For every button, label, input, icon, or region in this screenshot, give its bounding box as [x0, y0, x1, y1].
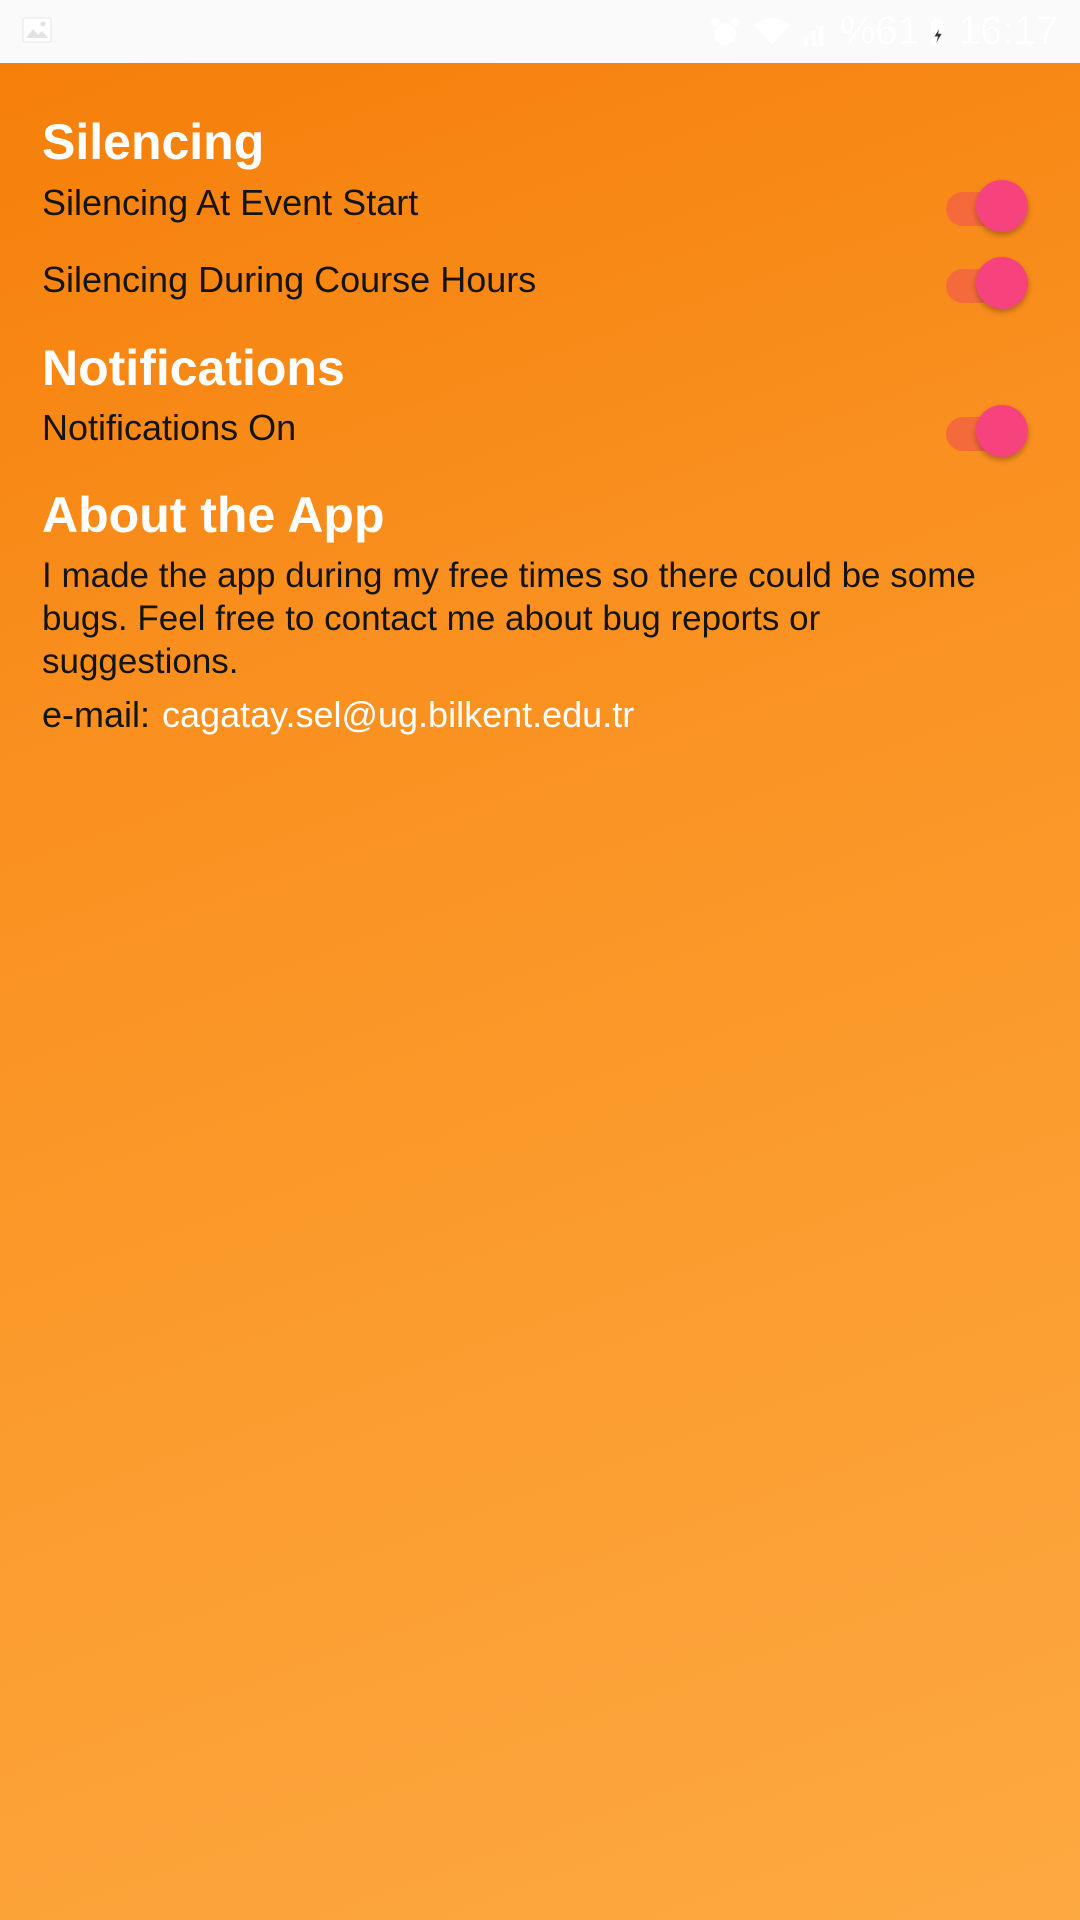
notifications-on-toggle[interactable] [944, 401, 1030, 457]
clock: 16:17 [957, 9, 1058, 53]
section-title-notifications: Notifications [42, 340, 345, 396]
signal-icon [803, 24, 824, 46]
email-row: e-mail: cagatay.sel@ug.bilkent.edu.tr [42, 694, 634, 736]
toggle-thumb [976, 405, 1028, 457]
silencing-course-hours-label: Silencing During Course Hours [42, 259, 537, 300]
silencing-event-start-label: Silencing At Event Start [42, 182, 419, 223]
status-icons: %61 16:17 [708, 0, 1058, 63]
settings-screen: %61 16:17 Silencing Silencing At Event S… [0, 0, 1080, 1920]
silencing-event-start-toggle[interactable] [944, 176, 1030, 232]
wifi-icon [753, 17, 790, 45]
toggle-thumb [976, 257, 1028, 309]
status-bar: %61 16:17 [0, 0, 1080, 63]
alarm-icon [710, 17, 739, 45]
notifications-on-label: Notifications On [42, 407, 297, 448]
email-link[interactable]: cagatay.sel@ug.bilkent.edu.tr [162, 694, 634, 736]
gallery-icon [22, 17, 52, 43]
battery-percentage: %61 [839, 9, 920, 53]
section-title-about: About the App [42, 487, 385, 543]
section-title-silencing: Silencing [42, 114, 265, 170]
silencing-course-hours-toggle[interactable] [944, 253, 1030, 309]
email-label: e-mail: [42, 694, 151, 735]
battery-icon [930, 18, 944, 45]
about-description: I made the app during my free times so t… [42, 556, 976, 681]
toggle-thumb [976, 180, 1028, 232]
settings-content: Silencing Silencing At Event Start Silen… [0, 63, 1080, 1920]
